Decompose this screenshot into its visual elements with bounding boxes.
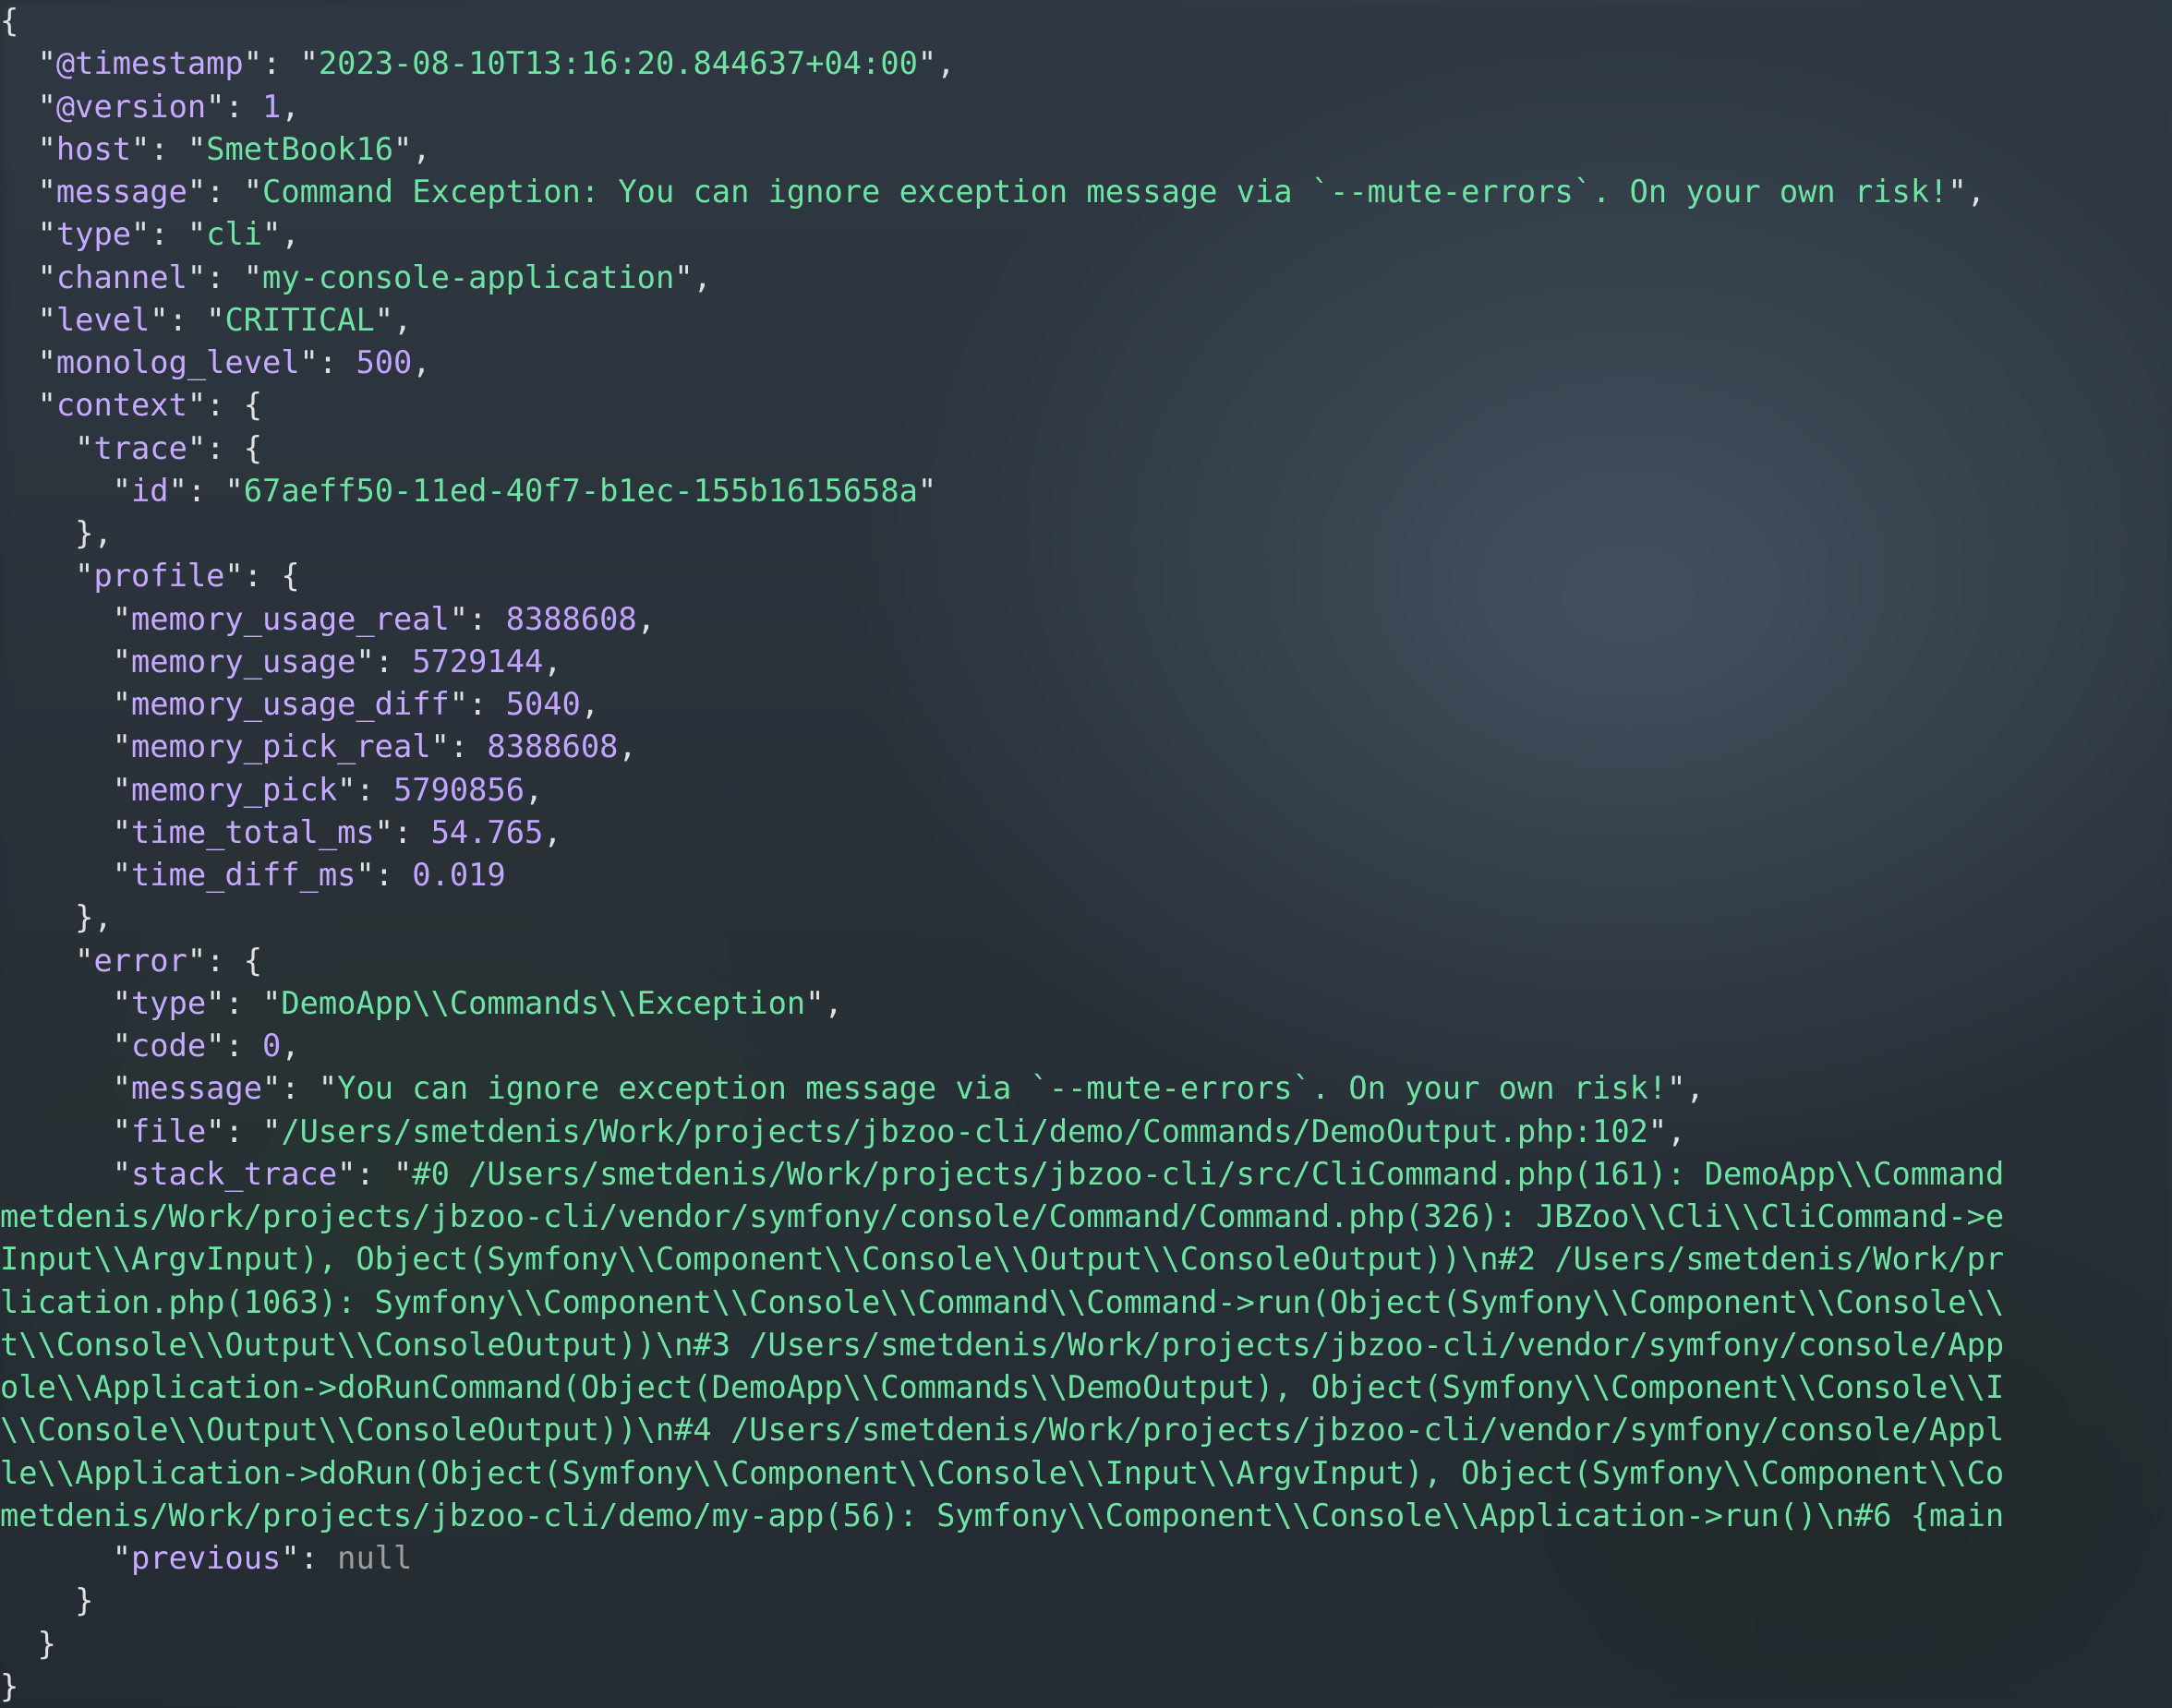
value-time-diff-ms: 0.019 xyxy=(412,857,505,893)
value-monolog-level: 500 xyxy=(356,344,412,380)
value-host: SmetBook16 xyxy=(206,131,393,167)
value-memory-usage: 5729144 xyxy=(412,644,543,680)
value-stack-trace-l0: #0 /Users/smetdenis/Work/projects/jbzoo-… xyxy=(412,1156,2004,1192)
brace-close: } xyxy=(0,1668,18,1704)
key-type: type xyxy=(56,216,131,252)
value-stack-trace-l1: metdenis/Work/projects/jbzoo-cli/vendor/… xyxy=(0,1198,2004,1234)
value-memory-usage-diff: 5040 xyxy=(506,686,581,722)
key-timestamp: @timestamp xyxy=(56,45,244,81)
value-error-file: /Users/smetdenis/Work/projects/jbzoo-cli… xyxy=(281,1113,1648,1149)
key-channel: channel xyxy=(56,259,187,295)
key-trace: trace xyxy=(93,430,187,466)
value-previous: null xyxy=(337,1540,412,1576)
key-context: context xyxy=(56,387,187,423)
key-memory-usage-real: memory_usage_real xyxy=(131,601,450,637)
value-time-total-ms: 54.765 xyxy=(431,814,544,850)
key-error: error xyxy=(93,943,187,979)
value-stack-trace-l3: lication.php(1063): Symfony\\Component\\… xyxy=(0,1284,2004,1320)
key-error-type: type xyxy=(131,985,206,1021)
key-memory-pick-real: memory_pick_real xyxy=(131,728,431,764)
key-memory-usage-diff: memory_usage_diff xyxy=(131,686,450,722)
key-memory-usage: memory_usage xyxy=(131,644,356,680)
key-error-message: message xyxy=(131,1070,262,1106)
value-version: 1 xyxy=(262,89,281,125)
brace-open: { xyxy=(0,3,18,39)
value-error-message: You can ignore exception message via `--… xyxy=(337,1070,1667,1106)
key-host: host xyxy=(56,131,131,167)
key-error-file: file xyxy=(131,1113,206,1149)
value-message: Command Exception: You can ignore except… xyxy=(262,174,1948,210)
value-stack-trace-l8: metdenis/Work/projects/jbzoo-cli/demo/my… xyxy=(0,1498,2004,1534)
key-previous: previous xyxy=(131,1540,281,1576)
value-timestamp: 2023-08-10T13:16:20.844637+04:00 xyxy=(319,45,918,81)
key-profile: profile xyxy=(93,558,224,594)
value-memory-pick-real: 8388608 xyxy=(487,728,618,764)
key-message: message xyxy=(56,174,187,210)
value-type: cli xyxy=(206,216,262,252)
value-channel: my-console-application xyxy=(262,259,674,295)
value-stack-trace-l7: le\\Application->doRun(Object(Symfony\\C… xyxy=(0,1455,2004,1491)
value-memory-pick: 5790856 xyxy=(393,772,525,808)
key-time-diff-ms: time_diff_ms xyxy=(131,857,356,893)
key-version: @version xyxy=(56,89,206,125)
value-stack-trace-l5: ole\\Application->doRunCommand(Object(De… xyxy=(0,1369,2004,1405)
key-trace-id: id xyxy=(131,473,169,509)
value-error-code: 0 xyxy=(262,1028,281,1064)
json-code-block[interactable]: { "@timestamp": "2023-08-10T13:16:20.844… xyxy=(0,0,2172,1708)
key-error-code: code xyxy=(131,1028,206,1064)
key-level: level xyxy=(56,302,150,338)
value-stack-trace-l2: Input\\ArgvInput), Object(Symfony\\Compo… xyxy=(0,1241,2004,1277)
key-monolog-level: monolog_level xyxy=(56,344,300,380)
value-stack-trace-l6: \\Console\\Output\\ConsoleOutput))\n#4 /… xyxy=(0,1412,2004,1448)
value-level: CRITICAL xyxy=(224,302,374,338)
value-trace-id: 67aeff50-11ed-40f7-b1ec-155b1615658a xyxy=(244,473,918,509)
value-memory-usage-real: 8388608 xyxy=(506,601,637,637)
key-stack-trace: stack_trace xyxy=(131,1156,337,1192)
key-time-total-ms: time_total_ms xyxy=(131,814,375,850)
key-memory-pick: memory_pick xyxy=(131,772,337,808)
value-stack-trace-l4: t\\Console\\Output\\ConsoleOutput))\n#3 … xyxy=(0,1327,2004,1363)
value-error-type: DemoApp\\Commands\\Exception xyxy=(281,985,805,1021)
quote: " xyxy=(38,45,56,81)
